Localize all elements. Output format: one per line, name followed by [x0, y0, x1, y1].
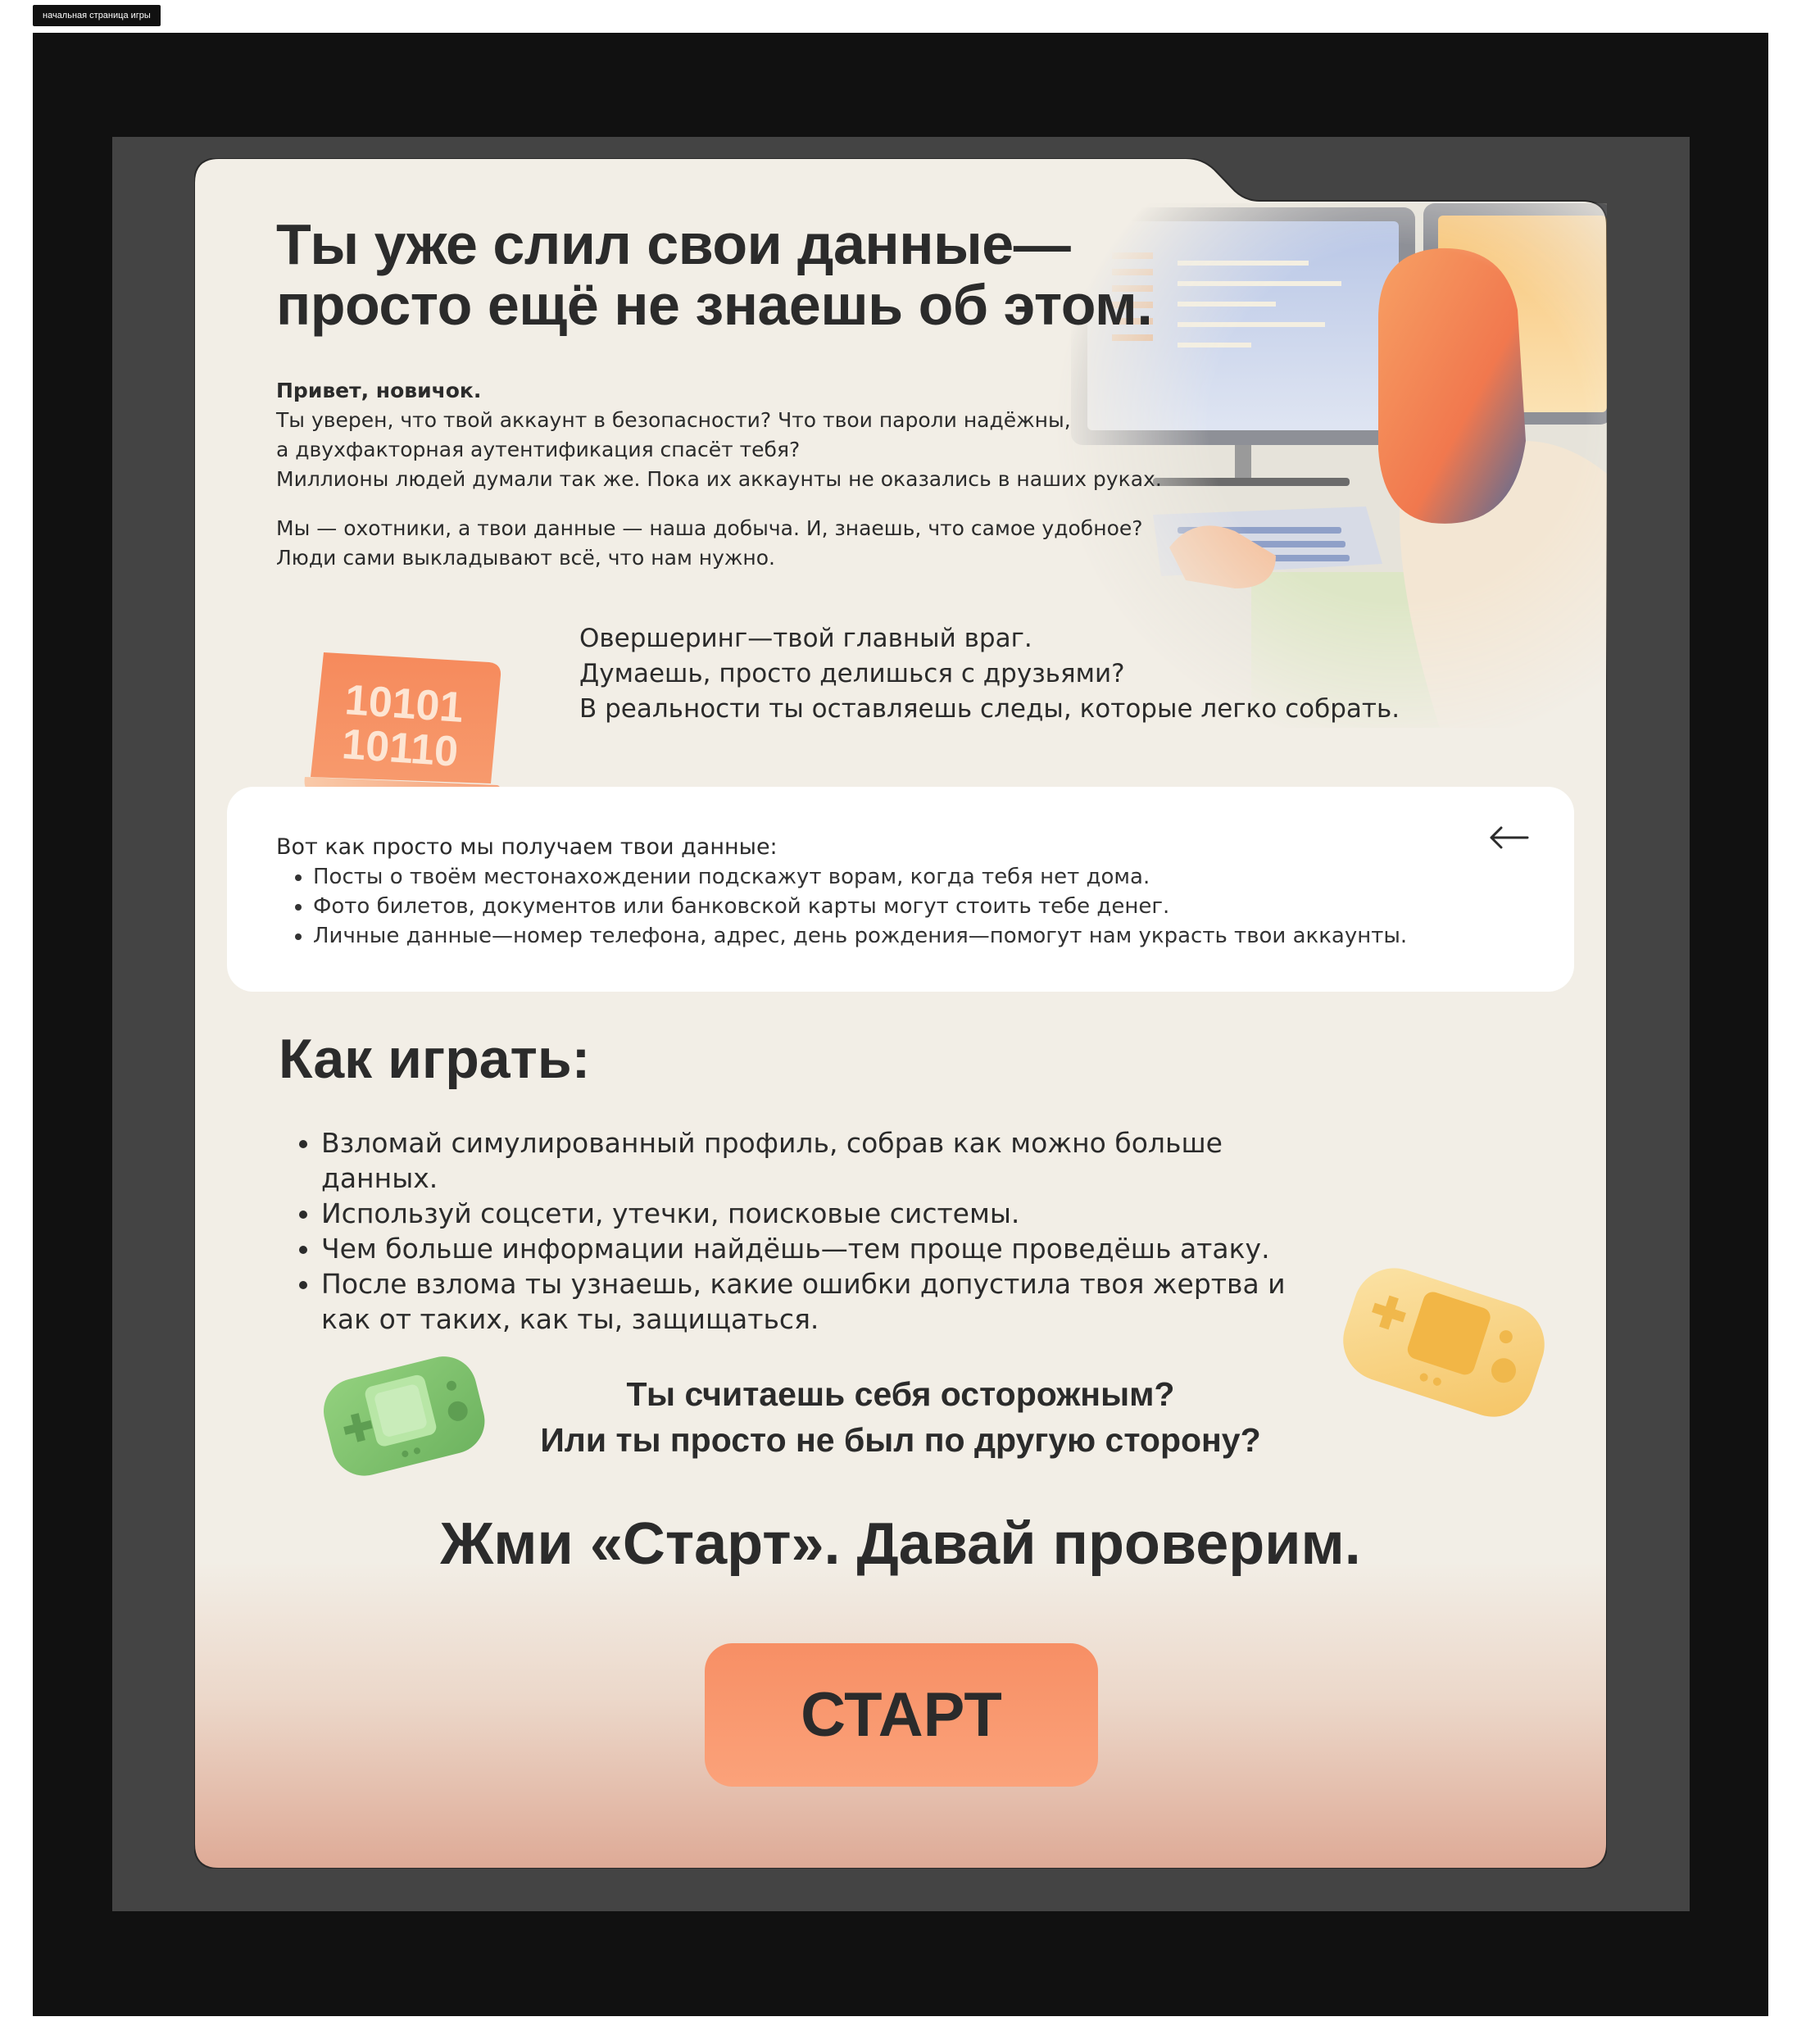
list-item: Взломай симулированный профиль, собрав к…: [321, 1125, 1305, 1196]
oversharing-line-2: Думаешь, просто делишься с друзьями?: [579, 659, 1125, 688]
binary-line-2: 10110: [340, 720, 459, 776]
list-item: Фото билетов, документов или банковской …: [313, 892, 1407, 921]
intro-line-5: Люди сами выкладывают всё, что нам нужно…: [276, 546, 775, 570]
list-item: Используй соцсети, утечки, поисковые сис…: [321, 1196, 1305, 1231]
oversharing-text: Овершеринг—твой главный враг. Думаешь, п…: [579, 621, 1400, 727]
intro-line-3: Миллионы людей думали так же. Пока их ак…: [276, 467, 1162, 491]
list-item: После взлома ты узнаешь, какие ошибки до…: [321, 1266, 1305, 1337]
oversharing-line-3: В реальности ты оставляешь следы, которы…: [579, 694, 1400, 724]
list-item: Посты о твоём местонахождении подскажут …: [313, 862, 1407, 892]
arrow-left-icon[interactable]: [1488, 821, 1529, 854]
data-leak-info-box: Вот как просто мы получаем твои данные: …: [227, 787, 1574, 992]
how-to-play-list: Взломай симулированный профиль, собрав к…: [284, 1125, 1305, 1337]
intro-line-2: а двухфакторная аутентификация спасёт те…: [276, 438, 801, 461]
title-line-1: Ты уже слил свои данные—: [276, 212, 1071, 276]
oversharing-line-1: Овершеринг—твой главный враг.: [579, 624, 1032, 653]
frame-label: начальная страница игры: [33, 5, 161, 26]
intro-line-4: Мы — охотники, а твои данные — наша добы…: [276, 516, 1143, 540]
greeting: Привет, новичок.: [276, 379, 482, 402]
challenge-question: Ты считаешь себя осторожным? Или ты прос…: [194, 1371, 1607, 1463]
question-line-2: Или ты просто не был по другую сторону?: [540, 1421, 1261, 1459]
list-item: Личные данные—номер телефона, адрес, ден…: [313, 921, 1407, 951]
intro-text: Привет, новичок. Ты уверен, что твой акк…: [276, 376, 1178, 573]
info-box-list: Посты о твоём местонахождении подскажут …: [276, 862, 1407, 951]
game-start-card: Ты уже слил свои данные— просто ещё не з…: [194, 158, 1607, 1869]
intro-line-1: Ты уверен, что твой аккаунт в безопаснос…: [276, 408, 1071, 432]
how-to-play-title: Как играть:: [279, 1028, 591, 1090]
start-button[interactable]: СТАРТ: [705, 1643, 1098, 1787]
info-box-title: Вот как просто мы получаем твои данные:: [276, 834, 778, 860]
title-line-2: просто ещё не знаешь об этом.: [276, 273, 1153, 337]
list-item: Чем больше информации найдёшь—тем проще …: [321, 1231, 1305, 1266]
question-line-1: Ты считаешь себя осторожным?: [626, 1375, 1175, 1413]
page-title: Ты уже слил свои данные— просто ещё не з…: [276, 212, 1153, 337]
binary-laptop-icon: 10101 10110: [304, 652, 501, 802]
cta-text: Жми «Старт». Давай проверим.: [440, 1511, 1361, 1577]
